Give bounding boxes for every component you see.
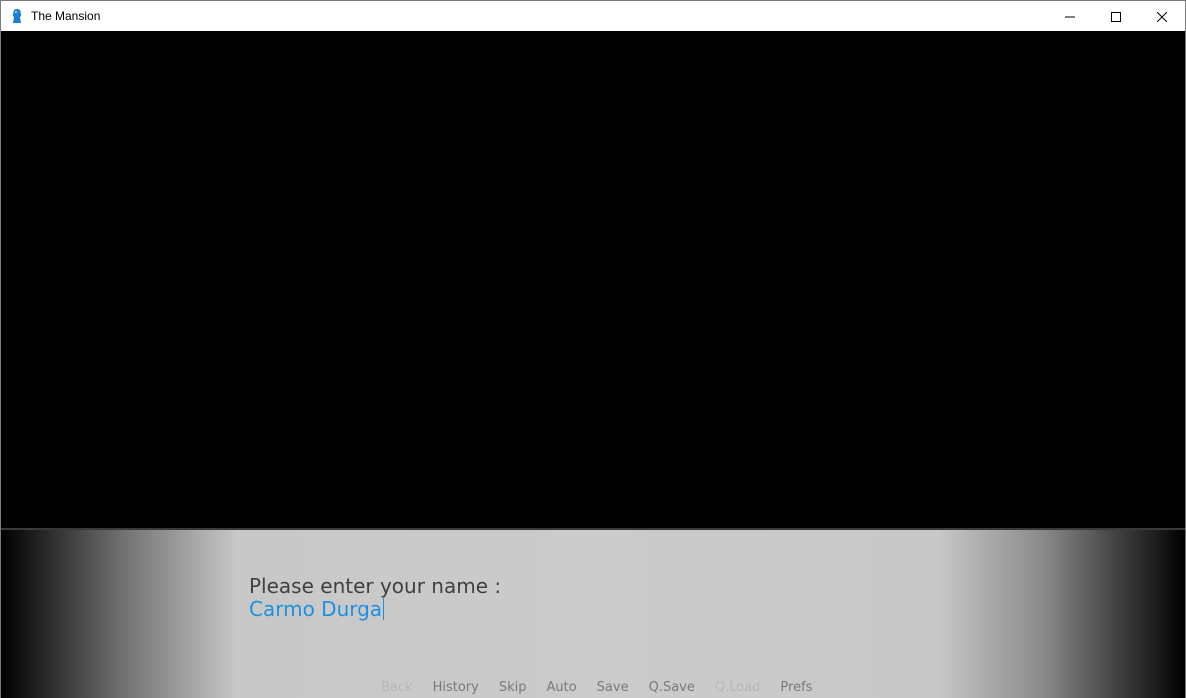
name-input[interactable]: Carmo Durga bbox=[249, 597, 385, 621]
dialogue-textbox: Please enter your name : Carmo Durga Bac… bbox=[1, 528, 1185, 698]
minimize-icon bbox=[1065, 7, 1075, 26]
maximize-button[interactable] bbox=[1093, 1, 1139, 31]
name-input-value: Carmo Durga bbox=[249, 597, 383, 621]
maximize-icon bbox=[1111, 7, 1121, 26]
quick-menu-skip[interactable]: Skip bbox=[489, 680, 537, 695]
renpy-icon bbox=[9, 8, 25, 24]
quick-menu-auto[interactable]: Auto bbox=[536, 680, 586, 695]
text-caret bbox=[383, 598, 385, 620]
quick-menu-history[interactable]: History bbox=[423, 680, 489, 695]
window-title: The Mansion bbox=[31, 9, 101, 23]
quick-menu-qload[interactable]: Q.Load bbox=[705, 680, 771, 695]
title-bar[interactable]: The Mansion bbox=[1, 1, 1185, 31]
close-button[interactable] bbox=[1139, 1, 1185, 31]
game-scene[interactable]: Please enter your name : Carmo Durga Bac… bbox=[1, 31, 1185, 698]
game-window: The Mansion Please enter your name : Car… bbox=[0, 0, 1186, 698]
quick-menu: Back History Skip Auto Save Q.Save Q.Loa… bbox=[371, 680, 822, 695]
window-controls bbox=[1047, 1, 1185, 31]
close-icon bbox=[1156, 7, 1168, 26]
quick-menu-save[interactable]: Save bbox=[587, 680, 639, 695]
quick-menu-back[interactable]: Back bbox=[371, 680, 423, 695]
quick-menu-prefs[interactable]: Prefs bbox=[770, 680, 822, 695]
quick-menu-qsave[interactable]: Q.Save bbox=[639, 680, 705, 695]
minimize-button[interactable] bbox=[1047, 1, 1093, 31]
name-prompt: Please enter your name : bbox=[249, 574, 502, 598]
